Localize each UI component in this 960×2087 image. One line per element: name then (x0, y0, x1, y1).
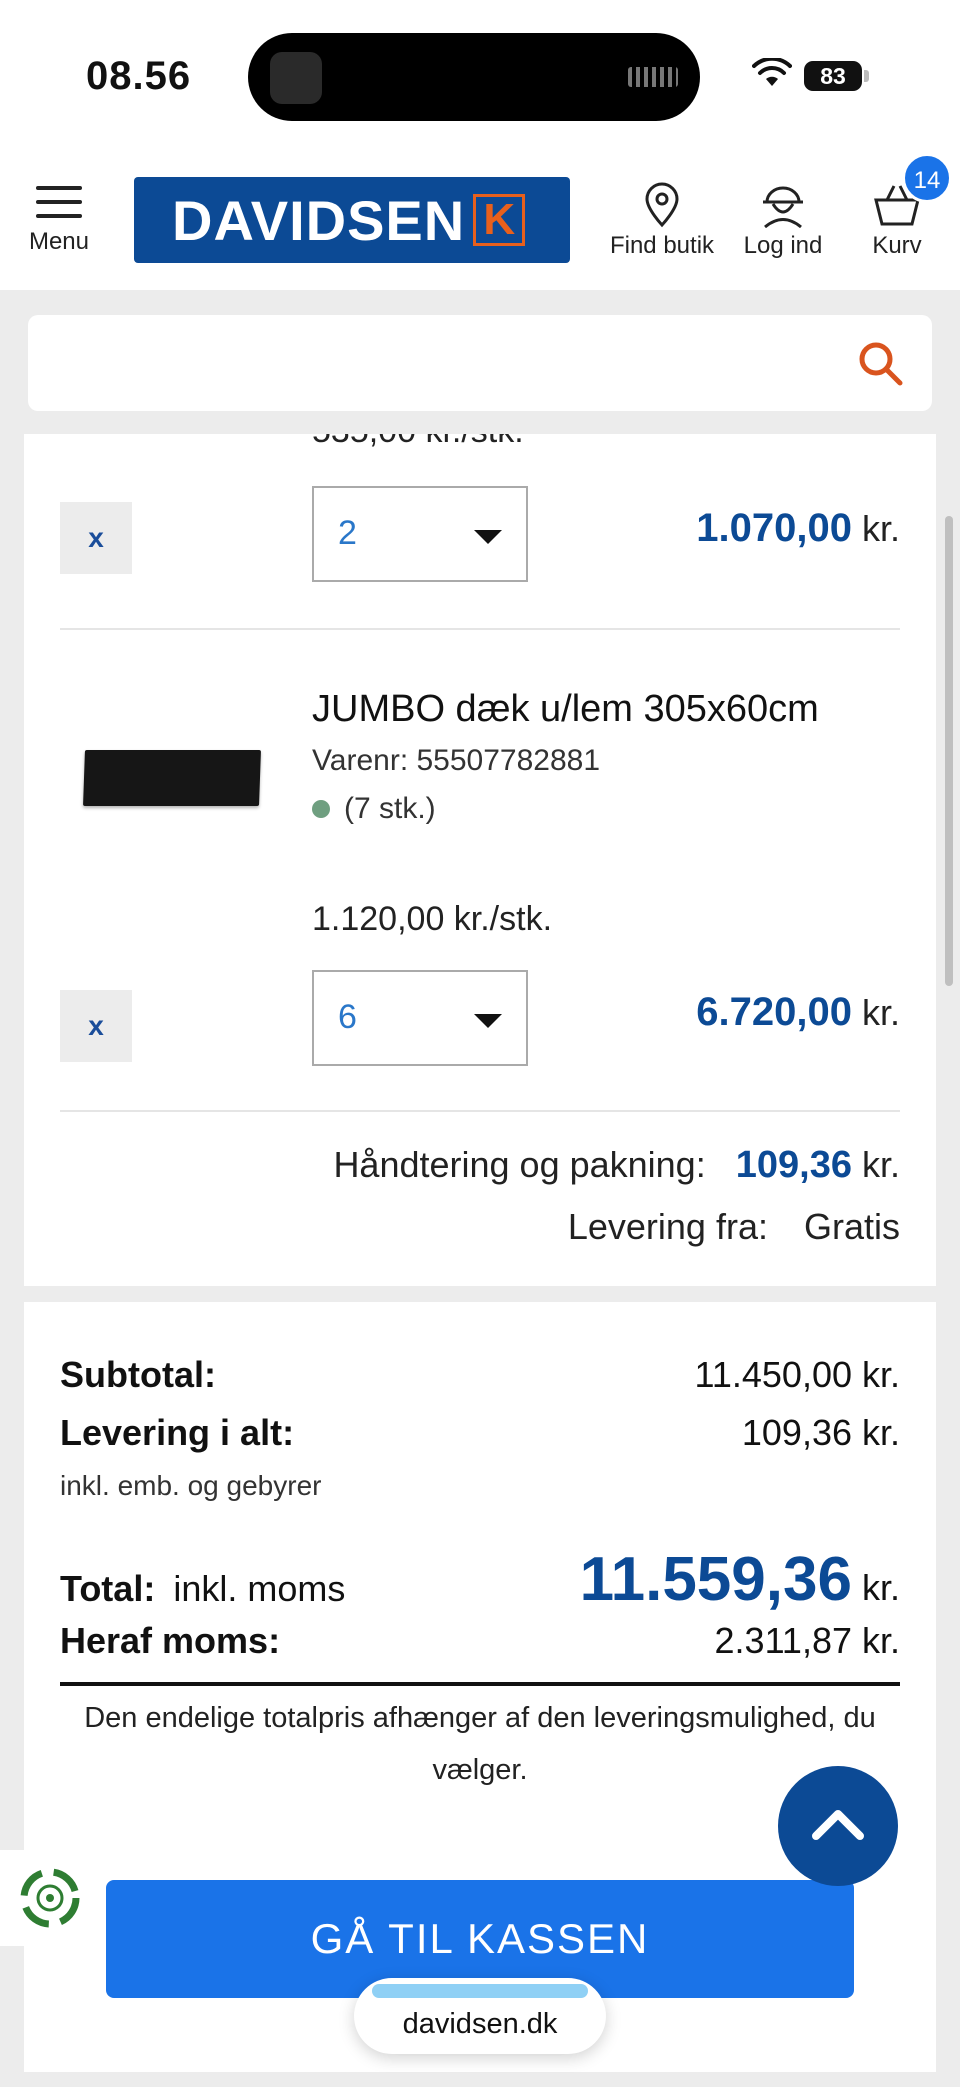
search-icon[interactable] (856, 339, 904, 387)
logo-text: DAVIDSEN (172, 188, 466, 252)
item1-quantity-select[interactable]: 2 (312, 486, 528, 582)
item2-line-total: 6.720,00 kr. (696, 990, 900, 1035)
delivery-from-row: Levering fra: Gratis (568, 1206, 900, 1248)
find-store-label: Find butik (609, 232, 715, 259)
wifi-icon (752, 58, 792, 86)
chevron-up-icon (812, 1810, 864, 1840)
item-divider (60, 628, 900, 630)
delivery-value: Gratis (803, 1206, 900, 1247)
battery-icon: 83 (804, 61, 862, 91)
total-label-group: Total: inkl. moms (60, 1568, 345, 1610)
subtotal-value: 11.450,00 kr. (694, 1354, 901, 1395)
item1-unit-price: 535,00 kr./stk. (312, 434, 524, 451)
url-bar-glow (372, 1984, 588, 1998)
stock-status-icon (312, 800, 330, 818)
handling-value: 109,36 (735, 1144, 852, 1186)
item1-remove-button[interactable]: x (60, 502, 132, 574)
item2-quantity-select[interactable]: 6 (312, 970, 528, 1066)
item2-unit-price: 1.120,00 kr./stk. (312, 900, 553, 938)
status-bar: 08.56 83 (0, 0, 960, 140)
total-value: 11.559,36 (579, 1545, 852, 1614)
cart-items-card: 535,00 kr./stk. x 2 1.070,00 kr. JUMBO d… (24, 434, 936, 1286)
item-divider (60, 1110, 900, 1112)
menu-label: Menu (28, 228, 90, 255)
summary-rule (60, 1682, 900, 1686)
login-button[interactable]: Log ind (738, 182, 828, 260)
find-store-button[interactable]: Find butik (606, 182, 718, 260)
eco-widget-button[interactable] (0, 1850, 96, 1946)
item1-quantity-value: 2 (338, 514, 357, 552)
delivery-total-label: Levering i alt: (60, 1412, 295, 1453)
item2-currency: kr. (861, 992, 900, 1033)
delivery-label: Levering fra: (567, 1206, 768, 1247)
search-bar (28, 315, 932, 411)
total-label: Total: (60, 1568, 156, 1609)
delivery-total-value: 109,36 kr. (741, 1412, 900, 1453)
menu-icon (24, 186, 94, 218)
page-scrollbar[interactable] (945, 516, 953, 986)
total-amount: 11.559,36 kr. (580, 1544, 900, 1615)
item2-sku: Varenr: 55507782881 (312, 744, 601, 777)
logo-k-icon: K (473, 194, 526, 246)
cart-count-badge: 14 (902, 153, 952, 203)
handling-fee-row: Håndtering og pakning: 109,36 kr. (333, 1144, 900, 1187)
browser-url-bar[interactable]: davidsen.dk (354, 1978, 606, 2054)
item1-currency: kr. (861, 508, 900, 549)
vat-value: 2.311,87 kr. (714, 1620, 900, 1661)
handling-label: Håndtering og pakning: (333, 1144, 706, 1185)
recycle-icon (20, 1868, 80, 1928)
total-note: inkl. moms (173, 1568, 346, 1609)
davidsen-logo[interactable]: DAVIDSEN K (134, 177, 570, 263)
item2-stock: (7 stk.) (312, 792, 436, 826)
camera-icon (270, 52, 322, 104)
total-currency: kr. (861, 1567, 900, 1608)
cart-label: Kurv (872, 232, 922, 259)
item2-stock-label: (7 stk.) (344, 792, 436, 825)
worker-helmet-icon (763, 186, 803, 228)
scroll-to-top-button[interactable] (778, 1766, 898, 1886)
handling-currency: kr. (861, 1144, 900, 1185)
menu-button[interactable]: Menu (24, 186, 94, 256)
item2-quantity-value: 6 (338, 998, 357, 1036)
item1-line-total: 1.070,00 kr. (696, 506, 900, 551)
status-time: 08.56 (86, 54, 192, 98)
delivery-note: inkl. emb. og gebyrer (60, 1470, 322, 1501)
item2-remove-button[interactable]: x (60, 990, 132, 1062)
item2-name[interactable]: JUMBO dæk u/lem 305x60cm (312, 688, 819, 731)
order-summary-card: Subtotal: 11.450,00 kr. Levering i alt: … (24, 1302, 936, 2072)
dynamic-island (248, 33, 700, 121)
site-header: Menu DAVIDSEN K Find butik Log ind Kurv (0, 140, 960, 290)
login-label: Log ind (743, 232, 823, 259)
url-text: davidsen.dk (402, 2008, 558, 2040)
search-input[interactable] (48, 335, 848, 391)
battery-tip (864, 70, 869, 82)
price-disclaimer: Den endelige totalpris afhænger af den l… (84, 1702, 876, 1786)
vat-label: Heraf moms: (60, 1620, 281, 1661)
item2-line-total-value: 6.720,00 (696, 990, 852, 1034)
audio-wave-icon (628, 67, 678, 87)
chevron-down-icon (474, 1014, 502, 1028)
chevron-down-icon (474, 530, 502, 544)
item1-line-total-value: 1.070,00 (696, 506, 852, 550)
subtotal-label: Subtotal: (60, 1354, 216, 1395)
product-image[interactable] (83, 750, 261, 806)
location-pin-icon (645, 182, 679, 228)
